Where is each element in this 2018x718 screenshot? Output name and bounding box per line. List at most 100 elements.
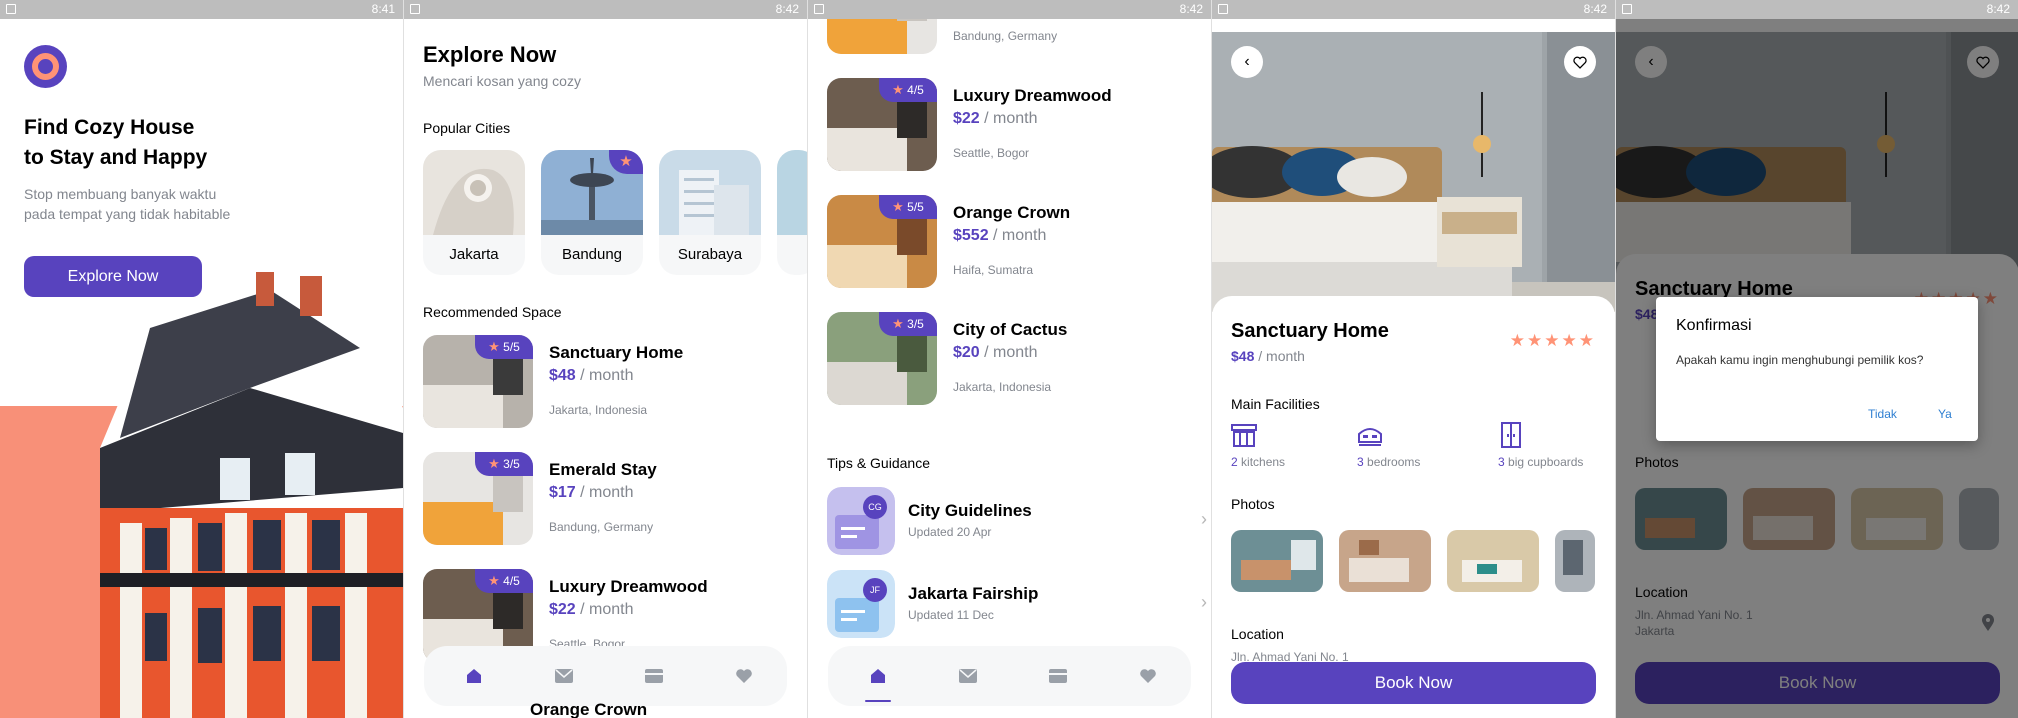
star-icon: ★ (488, 339, 500, 354)
room-price: $48 / month (549, 367, 634, 385)
bottom-nav (424, 646, 787, 706)
room-card[interactable]: ★ 5/5 Sanctuary Home $48 / month Jakarta, I… (423, 335, 803, 428)
rating-value: 4/5 (907, 83, 924, 97)
explore-screen: 8:42 Explore Now Mencari kosan yang cozy… (404, 0, 807, 718)
price-value: $552 (953, 227, 989, 244)
status-time: 8:42 (1986, 2, 2010, 16)
room-name: Sanctuary Home (1231, 320, 1389, 342)
guide-document-icon (827, 570, 895, 638)
room-photo[interactable] (1339, 530, 1431, 592)
room-location: Bandung, Germany (953, 29, 1058, 43)
star-icon: ★ (488, 456, 500, 471)
status-bar: 8:42 (808, 0, 1211, 19)
tip-date: Updated 11 Dec (908, 608, 994, 622)
tip-title: City Guidelines (908, 501, 1032, 520)
detail-sheet: Sanctuary Home $48 / month ★★★★★ Main Fa… (1212, 296, 1615, 718)
heart-icon[interactable] (1138, 666, 1158, 686)
price-period: / month (575, 601, 634, 618)
rating-value: 5/5 (503, 340, 520, 354)
room-image: ★ 4/5 (827, 78, 937, 171)
room-location: Jakarta, Indonesia (953, 380, 1052, 394)
star-icon: ★ (892, 199, 904, 214)
room-name: Orange Crown (953, 203, 1071, 222)
status-bar: 8:42 (1212, 0, 1615, 19)
room-name: Luxury Dreamwood (953, 86, 1112, 105)
room-image: ★ 5/5 (423, 335, 533, 428)
room-photo[interactable] (1447, 530, 1539, 592)
room-location: Seattle, Bogor (953, 146, 1030, 160)
room-card[interactable]: ★ 3/5 Emerald Stay $17 / month Bandung, Ger… (423, 452, 803, 545)
page-title: Explore Now (423, 42, 557, 67)
page-subtitle: Mencari kosan yang cozy (423, 73, 581, 89)
status-bar: 8:42 (1616, 0, 2018, 19)
detail-screen: 8:42 ‹ Sanctuary Home $48 / month ★★★★★ … (1212, 0, 1615, 718)
room-price: $48 / month (1231, 348, 1305, 364)
room-photo[interactable] (1555, 530, 1595, 592)
home-icon[interactable] (868, 666, 888, 686)
room-location: Jakarta, Indonesia (549, 403, 648, 417)
rating-badge: ★ 5/5 (879, 195, 937, 219)
dialog-confirm-button[interactable]: Ya (1938, 407, 1952, 421)
chevron-right-icon: › (1201, 592, 1207, 612)
notification-icon (410, 4, 420, 14)
city-card-surabaya[interactable]: Surabaya (659, 150, 761, 275)
status-bar: 8:41 (0, 0, 403, 19)
status-time: 8:41 (371, 2, 395, 16)
room-card[interactable]: ★ 3/5 City of Cactus $20 / month Jakarta, I… (827, 312, 1207, 405)
card-icon[interactable] (1048, 666, 1068, 686)
room-name: Luxury Dreamwood (549, 577, 708, 596)
tips-heading: Tips & Guidance (827, 455, 930, 471)
rating-value: 3/5 (907, 317, 924, 331)
mail-icon[interactable] (554, 666, 574, 686)
title-line: to Stay and Happy (24, 146, 208, 169)
notification-icon (1218, 4, 1228, 14)
heart-icon[interactable] (734, 666, 754, 686)
facility-bedroom: 3 bedrooms (1357, 422, 1420, 469)
rating-badge: ★ 4/5 (879, 78, 937, 102)
city-image (659, 150, 761, 235)
tip-badge: CG (863, 495, 887, 519)
home-icon[interactable] (464, 666, 484, 686)
facility-cupboard: 3 big cupboards (1498, 422, 1583, 469)
favorite-button[interactable] (1564, 46, 1596, 78)
room-location: Haifa, Sumatra (953, 263, 1034, 277)
price-period: / month (1254, 348, 1305, 364)
notification-icon (1622, 4, 1632, 14)
city-card-jakarta[interactable]: Jakarta (423, 150, 525, 275)
city-name: Surabaya (677, 246, 743, 263)
room-price: $22 / month (953, 110, 1038, 128)
chevron-right-icon: › (1201, 509, 1207, 529)
status-bar: 8:42 (404, 0, 807, 19)
status-time: 8:42 (1179, 2, 1203, 16)
book-now-button[interactable]: Book Now (1231, 662, 1596, 704)
tip-badge: JF (863, 578, 887, 602)
mail-icon[interactable] (958, 666, 978, 686)
detail-dialog-screen: 8:42 ‹ Sanctuary Home $48 / month ★★★★★ … (1616, 0, 2018, 718)
star-icon: ★ (892, 316, 904, 331)
rating-badge: ★ 3/5 (879, 312, 937, 336)
dialog-cancel-button[interactable]: Tidak (1868, 407, 1897, 421)
room-price: $22 / month (549, 601, 634, 619)
back-button[interactable]: ‹ (1231, 46, 1263, 78)
rating-badge: ★ 5/5 (475, 335, 533, 359)
room-photo[interactable] (1231, 530, 1323, 592)
facility-label: bedrooms (1363, 455, 1421, 469)
room-name: Emerald Stay (549, 460, 657, 479)
splash-subtitle: Stop membuang banyak waktu pada tempat y… (24, 184, 284, 224)
city-card-bandung[interactable]: ★ Bandung (541, 150, 643, 275)
bottom-nav (828, 646, 1191, 706)
room-image: ★ 3/5 (423, 452, 533, 545)
card-icon[interactable] (644, 666, 664, 686)
price-period: / month (988, 227, 1047, 244)
price-period: / month (575, 367, 634, 384)
room-name: Sanctuary Home (549, 343, 684, 362)
room-card[interactable]: ★ 5/5 Orange Crown $552 / month Haifa, Suma… (827, 195, 1207, 288)
price-period: / month (979, 344, 1038, 361)
room-card[interactable]: ★ 4/5 Luxury Dreamwood $22 / month Seattle,… (827, 78, 1207, 171)
city-card-partial[interactable] (777, 150, 807, 275)
tip-item[interactable]: JF Jakarta Fairship Updated 11 Dec › (827, 570, 1207, 638)
tip-item[interactable]: CG City Guidelines Updated 20 Apr › (827, 487, 1207, 555)
status-time: 8:42 (1583, 2, 1607, 16)
room-name: City of Cactus (953, 320, 1068, 339)
room-location: Bandung, Germany (549, 520, 654, 534)
